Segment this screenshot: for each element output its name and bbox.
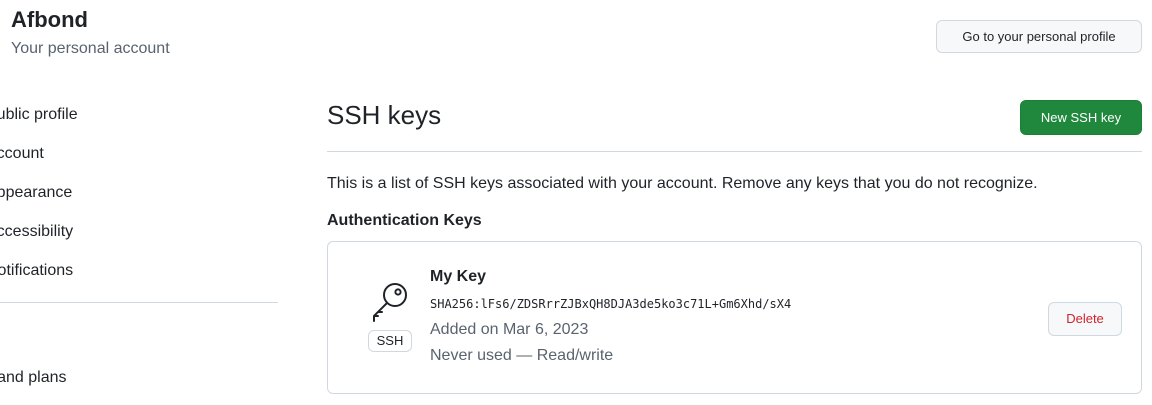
title-divider — [327, 151, 1142, 152]
ssh-key-list-item: SSH My Key SHA256:lFs6/ZDSRrrZJBxQH8DJA3… — [327, 241, 1142, 394]
key-usage-status: Never used — Read/write — [430, 347, 614, 364]
account-subtitle: Your personal account — [11, 40, 170, 57]
sidebar-item-appearance[interactable]: Appearance — [0, 173, 278, 212]
sidebar-item-label: Account — [0, 145, 44, 162]
page-title: SSH keys — [327, 100, 442, 130]
sidebar-item-label: Billing and plans — [0, 369, 67, 386]
section-heading: Authentication Keys — [327, 212, 482, 229]
settings-sidebar: Public profile Account Appearance Access… — [0, 95, 278, 290]
sidebar-item-account[interactable]: Account — [0, 134, 278, 173]
go-to-profile-button[interactable]: Go to your personal profile — [936, 20, 1142, 53]
account-name: Afbond — [11, 7, 88, 32]
new-ssh-key-button[interactable]: New SSH key — [1020, 100, 1142, 135]
sidebar-item-label: Public profile — [0, 106, 78, 123]
sidebar-item-label: Accessibility — [0, 223, 74, 240]
key-title: My Key — [430, 268, 487, 285]
sidebar-item-label: Appearance — [0, 184, 73, 201]
sidebar-item-billing[interactable]: Billing and plans — [0, 358, 67, 397]
sidebar-item-accessibility[interactable]: Accessibility — [0, 212, 278, 251]
page-description: This is a list of SSH keys associated wi… — [327, 175, 1038, 192]
sidebar-divider — [0, 302, 278, 303]
key-type-badge: SSH — [368, 330, 412, 352]
sidebar-item-label: Notifications — [0, 262, 74, 279]
key-added-date: Added on Mar 6, 2023 — [430, 321, 589, 338]
sidebar-item-notifications[interactable]: Notifications — [0, 251, 278, 290]
delete-key-button[interactable]: Delete — [1048, 302, 1122, 336]
key-icon — [368, 278, 412, 322]
sidebar-item-public-profile[interactable]: Public profile — [0, 95, 278, 134]
key-fingerprint: SHA256:lFs6/ZDSRrrZJBxQH8DJA3de5ko3c71L+… — [430, 297, 792, 311]
